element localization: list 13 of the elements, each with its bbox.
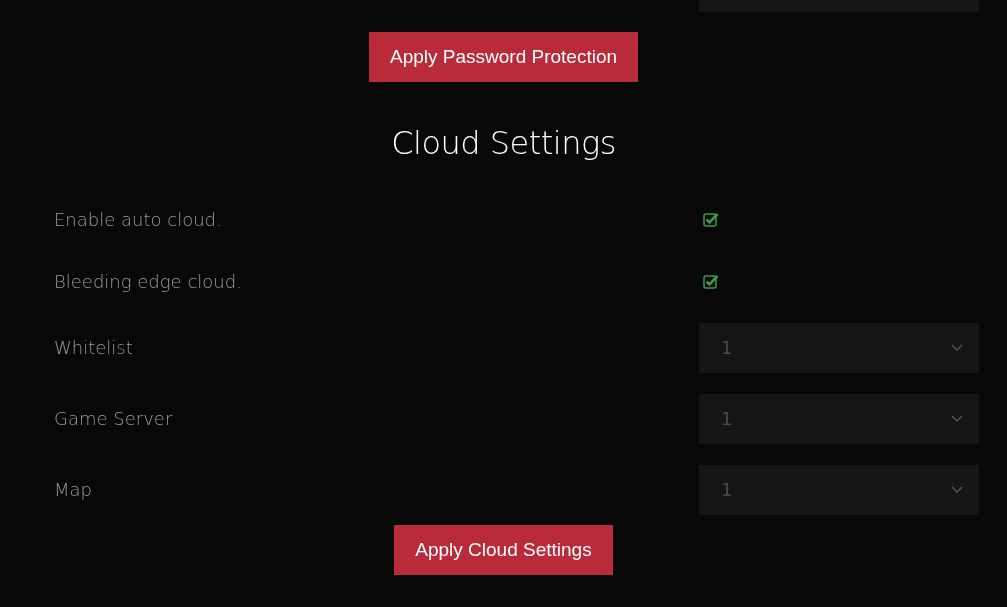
setting-label: Bleeding edge cloud. bbox=[54, 270, 242, 292]
chevron-down-icon bbox=[951, 485, 963, 494]
apply-cloud-button[interactable]: Apply Cloud Settings bbox=[394, 525, 613, 575]
setting-label: Enable auto cloud. bbox=[54, 208, 222, 230]
chevron-down-icon bbox=[951, 414, 963, 423]
setting-label: Game Server bbox=[54, 408, 173, 429]
setting-label: Map bbox=[54, 479, 92, 500]
setting-label: Whitelist bbox=[54, 337, 133, 358]
chevron-down-icon bbox=[951, 343, 963, 352]
checkbox[interactable] bbox=[703, 211, 719, 227]
apply-password-button[interactable]: Apply Password Protection bbox=[368, 32, 639, 82]
checkbox[interactable] bbox=[703, 273, 719, 289]
section-title: Cloud Settings bbox=[391, 123, 616, 162]
